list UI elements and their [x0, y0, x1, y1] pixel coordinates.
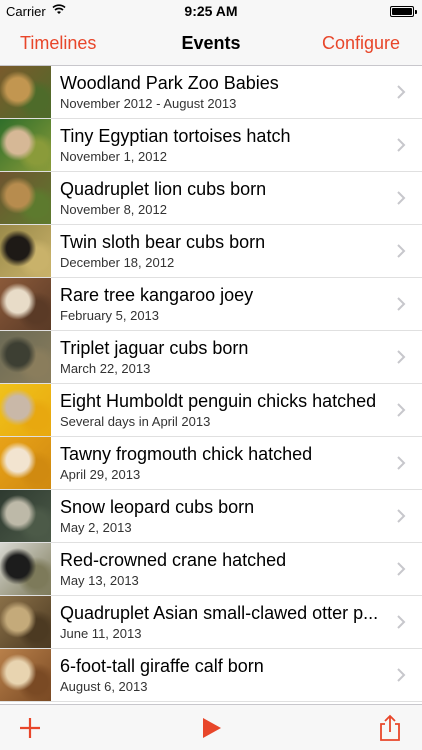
event-date: June 11, 2013 — [60, 626, 142, 641]
event-thumbnail — [0, 331, 51, 383]
event-date: Several days in April 2013 — [60, 414, 211, 429]
event-date: May 2, 2013 — [60, 520, 132, 535]
chevron-right-icon — [397, 456, 406, 470]
chevron-right-icon — [397, 244, 406, 258]
add-icon[interactable] — [16, 714, 44, 742]
event-row[interactable]: Twin sloth bear cubs born December 18, 20… — [0, 225, 422, 278]
event-row[interactable]: Quadruplet lion cubs born November 8, 201… — [0, 172, 422, 225]
chevron-right-icon — [397, 615, 406, 629]
event-thumbnail — [0, 278, 51, 330]
chevron-right-icon — [397, 138, 406, 152]
chevron-right-icon — [397, 191, 406, 205]
event-title: Woodland Park Zoo Babies — [60, 73, 279, 93]
chevron-right-icon — [397, 562, 406, 576]
event-title: Twin sloth bear cubs born — [60, 232, 266, 252]
chevron-right-icon — [397, 403, 406, 417]
event-row[interactable]: Tiny Egyptian tortoises hatch November 1,… — [0, 119, 422, 172]
event-date: November 8, 2012 — [60, 202, 167, 217]
event-thumbnail — [0, 225, 51, 277]
event-thumbnail — [0, 172, 51, 224]
event-row[interactable]: 6-foot-tall giraffe calf born August 6, 2… — [0, 649, 422, 702]
event-thumbnail — [0, 66, 51, 118]
event-row[interactable]: Triplet jaguar cubs born March 22, 2013 — [0, 331, 422, 384]
event-date: November 1, 2012 — [60, 149, 167, 164]
event-title: 6-foot-tall giraffe calf born — [60, 656, 264, 676]
event-date: November 2012 - August 2013 — [60, 96, 237, 111]
navigation-bar: Timelines Events Configure — [0, 22, 422, 66]
event-title: Rare tree kangaroo joey — [60, 285, 254, 305]
play-icon[interactable] — [197, 714, 225, 742]
event-thumbnail — [0, 437, 51, 489]
event-title: Red-crowned crane hatched — [60, 550, 287, 570]
event-row[interactable]: Rare tree kangaroo joey February 5, 2013 — [0, 278, 422, 331]
event-title: Quadruplet Asian small-clawed otter p... — [60, 603, 379, 623]
event-row[interactable]: Snow leopard cubs born May 2, 2013 — [0, 490, 422, 543]
event-title: Tiny Egyptian tortoises hatch — [60, 126, 291, 146]
battery-icon — [390, 6, 417, 17]
event-title: Triplet jaguar cubs born — [60, 338, 249, 358]
event-thumbnail — [0, 649, 51, 701]
chevron-right-icon — [397, 509, 406, 523]
event-row[interactable]: Eight Humboldt penguin chicks hatched Sev… — [0, 384, 422, 437]
event-date: February 5, 2013 — [60, 308, 160, 323]
events-list: Woodland Park Zoo Babies November 2012 - … — [0, 66, 422, 704]
event-date: May 13, 2013 — [60, 573, 139, 588]
event-title: Tawny frogmouth chick hatched — [60, 444, 313, 464]
event-date: April 29, 2013 — [60, 467, 141, 482]
event-thumbnail — [0, 596, 51, 648]
chevron-right-icon — [397, 297, 406, 311]
event-title: Quadruplet lion cubs born — [60, 179, 267, 199]
chevron-right-icon — [397, 350, 406, 364]
status-time: 9:25 AM — [184, 3, 238, 19]
event-row[interactable]: Woodland Park Zoo Babies November 2012 - … — [0, 66, 422, 119]
share-icon[interactable] — [376, 714, 404, 742]
event-date: December 18, 2012 — [60, 255, 175, 270]
bottom-toolbar — [0, 704, 422, 750]
event-title: Eight Humboldt penguin chicks hatched — [60, 391, 377, 411]
event-thumbnail — [0, 119, 51, 171]
event-date: August 6, 2013 — [60, 679, 148, 694]
event-row[interactable]: Quadruplet Asian small-clawed otter p...… — [0, 596, 422, 649]
event-row[interactable]: Tawny frogmouth chick hatched April 29, 2… — [0, 437, 422, 490]
event-thumbnail — [0, 490, 51, 542]
event-thumbnail — [0, 384, 51, 436]
event-title: Snow leopard cubs born — [60, 497, 255, 517]
chevron-right-icon — [397, 85, 406, 99]
configure-button[interactable]: Configure — [322, 33, 400, 54]
event-date: March 22, 2013 — [60, 361, 151, 376]
event-row[interactable]: Red-crowned crane hatched May 13, 2013 — [0, 543, 422, 596]
status-bar: Carrier 9:25 AM — [0, 0, 422, 22]
event-thumbnail — [0, 543, 51, 595]
chevron-right-icon — [397, 668, 406, 682]
